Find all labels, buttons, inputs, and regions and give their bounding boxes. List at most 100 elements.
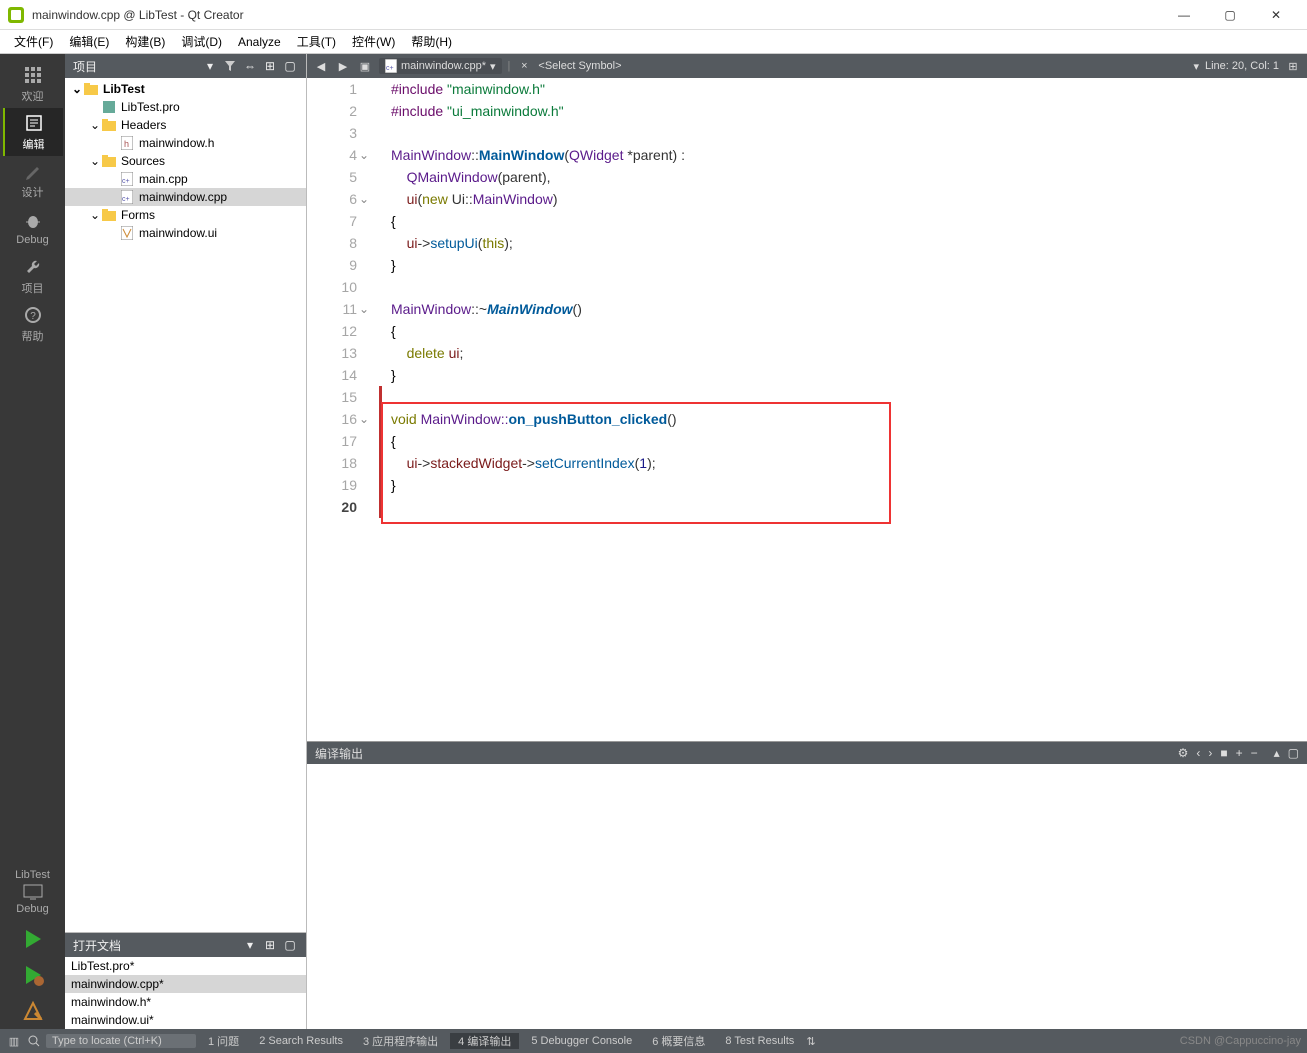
- activity-help[interactable]: ? 帮助: [3, 300, 63, 348]
- activity-debug[interactable]: Debug: [3, 204, 63, 252]
- output-body[interactable]: [307, 764, 1307, 1029]
- h-icon: h: [119, 135, 135, 151]
- change-marker: [379, 386, 382, 518]
- split-icon[interactable]: ⊞: [1285, 58, 1301, 74]
- project-tree[interactable]: ⌄LibTest LibTest.pro ⌄Headers hmainwindo…: [65, 78, 306, 932]
- menu-edit[interactable]: 编辑(E): [61, 31, 117, 52]
- tree-root[interactable]: ⌄LibTest: [65, 80, 306, 98]
- status-tab-general[interactable]: 6 概要信息: [644, 1033, 713, 1049]
- open-docs-list[interactable]: LibTest.pro* mainwindow.cpp* mainwindow.…: [65, 957, 306, 1029]
- expand-icon[interactable]: ▴: [1274, 746, 1280, 760]
- tree-header-file[interactable]: hmainwindow.h: [65, 134, 306, 152]
- file-dropdown[interactable]: c+ mainwindow.cpp* ▾: [379, 58, 502, 74]
- activity-bar: 欢迎 编辑 设计 Debug 项目 ? 帮助 LibTest Debug: [0, 54, 65, 1029]
- toggle-sidebar-icon[interactable]: ▥: [6, 1033, 22, 1049]
- status-tab-appout[interactable]: 3 应用程序输出: [355, 1033, 446, 1049]
- pro-icon: [101, 99, 117, 115]
- code-editor[interactable]: 123 456 78910 11121314 15161718 1920 #in…: [307, 78, 1307, 741]
- tree-sources[interactable]: ⌄Sources: [65, 152, 306, 170]
- window-buttons: — ▢ ✕: [1161, 0, 1299, 30]
- add-split-icon[interactable]: ⊞: [262, 58, 278, 74]
- close-output-icon[interactable]: ▢: [1288, 746, 1299, 760]
- status-tab-compile[interactable]: 4 编译输出: [450, 1033, 519, 1049]
- open-docs-panel: 打开文档 ▾ ⊞ ▢ LibTest.pro* mainwindow.cpp* …: [65, 932, 306, 1029]
- wrench-icon: [22, 256, 44, 278]
- run-debug-button[interactable]: [3, 957, 63, 993]
- output-header: 编译输出 ⚙ ‹ › ■ + − ▴ ▢: [307, 742, 1307, 764]
- search-icon[interactable]: [26, 1033, 42, 1049]
- tree-forms[interactable]: ⌄Forms: [65, 206, 306, 224]
- open-doc-2[interactable]: mainwindow.h*: [65, 993, 306, 1011]
- menu-analyze[interactable]: Analyze: [230, 33, 289, 51]
- zoom-out-icon[interactable]: −: [1251, 746, 1258, 760]
- close-panel-icon[interactable]: ▢: [282, 58, 298, 74]
- svg-text:?: ?: [30, 311, 36, 322]
- nav-forward-icon[interactable]: ▶: [335, 58, 351, 74]
- run-button[interactable]: [3, 921, 63, 957]
- bookmark-icon[interactable]: ▣: [357, 58, 373, 74]
- status-tab-search[interactable]: 2 Search Results: [251, 1035, 351, 1047]
- next-icon[interactable]: ›: [1208, 746, 1212, 760]
- close-panel-icon[interactable]: ▢: [282, 937, 298, 953]
- status-tab-issues[interactable]: 1 问题: [200, 1033, 247, 1049]
- menu-widgets[interactable]: 控件(W): [344, 31, 403, 52]
- ui-icon: [119, 225, 135, 241]
- editor-column: ◀ ▶ ▣ c+ mainwindow.cpp* ▾ | × <Select S…: [307, 54, 1307, 1029]
- add-split-icon[interactable]: ⊞: [262, 937, 278, 953]
- filter-icon[interactable]: ⚙: [1178, 746, 1189, 760]
- link-icon[interactable]: ⇔: [242, 58, 258, 74]
- prev-icon[interactable]: ‹: [1196, 746, 1200, 760]
- svg-text:c+: c+: [122, 178, 130, 185]
- open-doc-3[interactable]: mainwindow.ui*: [65, 1011, 306, 1029]
- close-button[interactable]: ✕: [1253, 0, 1299, 30]
- menu-help[interactable]: 帮助(H): [403, 31, 460, 52]
- tree-form-file[interactable]: mainwindow.ui: [65, 224, 306, 242]
- stop-icon[interactable]: ■: [1220, 746, 1227, 760]
- chevron-down-icon[interactable]: ▾: [242, 937, 258, 953]
- menubar: 文件(F) 编辑(E) 构建(B) 调试(D) Analyze 工具(T) 控件…: [0, 30, 1307, 54]
- minimize-button[interactable]: —: [1161, 0, 1207, 30]
- activity-projects[interactable]: 项目: [3, 252, 63, 300]
- kit-selector[interactable]: LibTest Debug: [3, 863, 63, 921]
- pencil-icon: [22, 160, 44, 182]
- svg-text:h: h: [124, 139, 129, 149]
- menu-build[interactable]: 构建(B): [117, 31, 173, 52]
- tree-src-mainwindow[interactable]: c+mainwindow.cpp: [65, 188, 306, 206]
- status-tab-tests[interactable]: 8 Test Results: [717, 1035, 802, 1047]
- build-button[interactable]: [3, 993, 63, 1029]
- folder-icon: [101, 207, 117, 223]
- open-doc-1[interactable]: mainwindow.cpp*: [65, 975, 306, 993]
- activity-design[interactable]: 设计: [3, 156, 63, 204]
- cursor-position: Line: 20, Col: 1: [1205, 60, 1279, 72]
- activity-welcome[interactable]: 欢迎: [3, 60, 63, 108]
- close-file-icon[interactable]: ×: [516, 58, 532, 74]
- code-area[interactable]: #include "mainwindow.h" #include "ui_mai…: [383, 78, 1307, 741]
- symbol-dropdown[interactable]: <Select Symbol>: [538, 60, 621, 72]
- open-docs-header: 打开文档 ▾ ⊞ ▢: [65, 933, 306, 957]
- chevron-down-icon[interactable]: ▾: [202, 58, 218, 74]
- zoom-in-icon[interactable]: +: [1236, 746, 1243, 760]
- tree-src-main[interactable]: c+main.cpp: [65, 170, 306, 188]
- status-tab-debugger[interactable]: 5 Debugger Console: [523, 1035, 640, 1047]
- nav-back-icon[interactable]: ◀: [313, 58, 329, 74]
- filter-icon[interactable]: [222, 58, 238, 74]
- output-panel: 编译输出 ⚙ ‹ › ■ + − ▴ ▢: [307, 741, 1307, 1029]
- maximize-button[interactable]: ▢: [1207, 0, 1253, 30]
- folder-icon: [83, 81, 99, 97]
- cpp-icon: c+: [119, 171, 135, 187]
- folder-icon: [101, 153, 117, 169]
- activity-edit[interactable]: 编辑: [3, 108, 63, 156]
- chevron-up-down-icon[interactable]: ⇅: [806, 1035, 815, 1048]
- chevron-down-icon[interactable]: ▾: [1193, 60, 1199, 73]
- tree-headers[interactable]: ⌄Headers: [65, 116, 306, 134]
- tree-pro[interactable]: LibTest.pro: [65, 98, 306, 116]
- menu-tools[interactable]: 工具(T): [289, 31, 344, 52]
- menu-debug[interactable]: 调试(D): [173, 31, 230, 52]
- open-doc-0[interactable]: LibTest.pro*: [65, 957, 306, 975]
- titlebar: mainwindow.cpp @ LibTest - Qt Creator — …: [0, 0, 1307, 30]
- side-panel: 项目 ▾ ⇔ ⊞ ▢ ⌄LibTest LibTest.pro ⌄Headers…: [65, 54, 307, 1029]
- menu-file[interactable]: 文件(F): [6, 31, 61, 52]
- locator-input[interactable]: Type to locate (Ctrl+K): [46, 1034, 196, 1048]
- window-title: mainwindow.cpp @ LibTest - Qt Creator: [32, 8, 244, 22]
- svg-text:c+: c+: [386, 65, 394, 72]
